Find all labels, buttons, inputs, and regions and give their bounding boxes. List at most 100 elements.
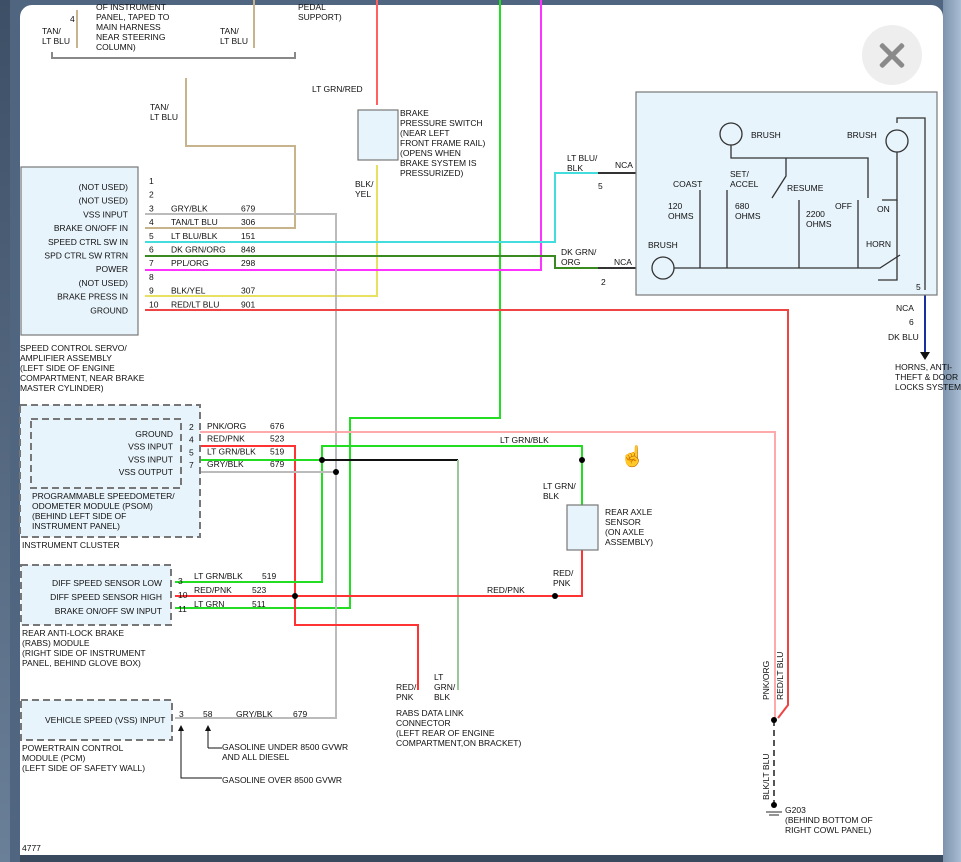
circuit-number: 901 (241, 299, 255, 309)
label: HORN (866, 239, 891, 249)
rabs-pin-label: DIFF SPEED SENSOR LOW (52, 578, 162, 588)
brake-switch-label: PRESSURIZED) (400, 168, 463, 178)
harness-note: COLUMN) (96, 42, 136, 52)
wire-label: RED/PNK (194, 585, 232, 595)
speed-control-switch-assembly (635, 91, 938, 296)
wire-label: TAN/ (220, 26, 239, 36)
note: GASOLINE UNDER 8500 GVWR (222, 742, 348, 752)
pedal-note: SUPPORT) (298, 12, 342, 22)
splice-dot (333, 469, 339, 475)
label: NCA (615, 160, 633, 170)
label: 120 (668, 201, 682, 211)
servo-pin-label: BRAKE PRESS IN (57, 292, 128, 302)
close-button[interactable] (862, 25, 922, 85)
wire-label: BLK/YEL (171, 286, 206, 296)
rabs-title: (RIGHT SIDE OF INSTRUMENT (22, 648, 146, 658)
wire-label: TAN/ (150, 102, 169, 112)
label: COAST (673, 179, 702, 189)
wire-label: TAN/ (42, 26, 61, 36)
hand-cursor-icon: ☝ (620, 446, 645, 468)
wire-label: LT BLU (220, 36, 248, 46)
rabs-pin-label: DIFF SPEED SENSOR HIGH (50, 592, 162, 602)
servo-title: AMPLIFIER ASSEMBLY (20, 353, 112, 363)
wire-label: BLK (567, 163, 583, 173)
wire-298 (145, 0, 542, 271)
wire-label: PNK (553, 578, 571, 588)
psom-pin-label: GROUND (135, 429, 173, 439)
circuit-number: 511 (252, 599, 266, 609)
pedal-note: PEDAL (298, 2, 326, 12)
psom-title: (BEHIND LEFT SIDE OF (32, 511, 126, 521)
wire-label: PNK/ORG (207, 421, 246, 431)
wire-label: GRY/BLK (207, 459, 244, 469)
pcm-title: MODULE (PCM) (22, 753, 85, 763)
rabs-pin-label: BRAKE ON/OFF SW INPUT (55, 606, 162, 616)
wire-label: RED/PNK (487, 585, 525, 595)
label: OHMS (806, 219, 832, 229)
wire-label: RED/ (553, 568, 574, 578)
rabs-title: REAR ANTI-LOCK BRAKE (22, 628, 124, 638)
sensor-label: ASSEMBLY) (605, 537, 653, 547)
splice-dot (319, 457, 325, 463)
splice-dot (771, 717, 777, 723)
circuit-number: 307 (241, 286, 255, 296)
sensor-label: REAR AXLE (605, 507, 653, 517)
wire-label: LT BLU/ (567, 153, 598, 163)
pin-number: 3 (178, 576, 183, 586)
wire-label: LT GRN/BLK (500, 435, 549, 445)
pin-number: 10 (149, 299, 159, 309)
wire-label: RED/LT BLU (775, 652, 785, 700)
label: BRUSH (648, 240, 678, 250)
servo-title: MASTER CYLINDER) (20, 383, 104, 393)
wire-label: LT GRN/ (543, 481, 576, 491)
wire-label: LT BLU (150, 112, 178, 122)
servo-pin-label: VSS INPUT (83, 209, 128, 219)
servo-pin-label: (NOT USED) (79, 182, 129, 192)
label: 2200 (806, 209, 825, 219)
psom-pin-label: VSS OUTPUT (119, 467, 173, 477)
wire-label: BLK (434, 692, 450, 702)
label: NCA (896, 303, 914, 313)
wire-label: RED/PNK (207, 434, 245, 444)
pcm-title: POWERTRAIN CONTROL (22, 743, 124, 753)
dlc-label: CONNECTOR (396, 718, 451, 728)
servo-title: SPEED CONTROL SERVO/ (20, 343, 127, 353)
wire-523 (185, 445, 419, 690)
brake-switch-label: (OPENS WHEN (400, 148, 461, 158)
pcm-pin-label: VEHICLE SPEED (VSS) INPUT (45, 715, 165, 725)
pin-number: 1 (149, 176, 154, 186)
harness-note: MAIN HARNESS (96, 22, 161, 32)
brake-switch-label: (NEAR LEFT (400, 128, 450, 138)
circuit-number: 519 (270, 446, 284, 456)
pin-number: 58 (203, 709, 213, 719)
pin-number: 2 (149, 190, 154, 200)
wire-label: BLK (543, 491, 559, 501)
dlc-label: RABS DATA LINK (396, 708, 464, 718)
label: RESUME (787, 183, 824, 193)
wire-901 (145, 309, 789, 719)
dlc-label: (LEFT REAR OF ENGINE (396, 728, 495, 738)
ground-label: G203 (785, 805, 806, 815)
wire-label: GRY/BLK (236, 709, 273, 719)
arrow-icon (920, 352, 930, 360)
pin-number: 8 (149, 272, 154, 282)
label: BRUSH (751, 130, 781, 140)
label: OHMS (668, 211, 694, 221)
psom-pin-label: VSS INPUT (128, 454, 173, 464)
wire-label: DK GRN/ORG (171, 245, 226, 255)
servo-pin-label: (NOT USED) (79, 196, 129, 206)
wire-label: BLK/ (355, 179, 374, 189)
label: SET/ (730, 169, 750, 179)
rabs-title: (RABS) MODULE (22, 638, 90, 648)
pin-number: 11 (178, 604, 187, 614)
pin-number: 5 (149, 231, 154, 241)
wire-label: ORG (561, 257, 580, 267)
brake-pressure-switch (357, 109, 399, 161)
pin-number: 4 (149, 217, 154, 227)
wire-label: LT GRN/BLK (207, 446, 256, 456)
brake-switch-label: BRAKE (400, 108, 429, 118)
wire-label: BLK/LT BLU (761, 754, 771, 800)
rear-axle-sensor (566, 504, 599, 551)
harness-note: NEAR STEERING (96, 32, 165, 42)
pin-number: 4 (70, 14, 75, 24)
